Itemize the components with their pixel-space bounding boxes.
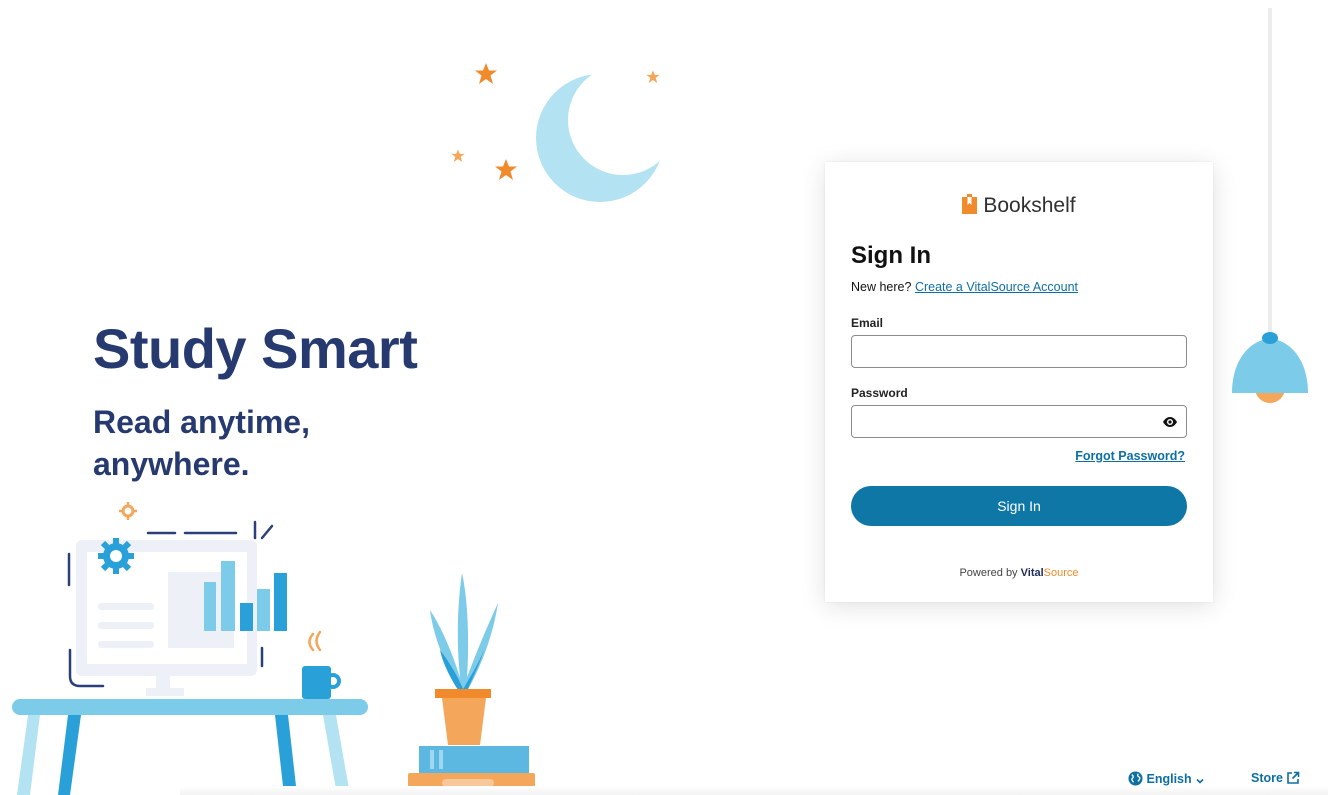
sign-in-heading: Sign In — [851, 242, 931, 269]
language-label: English — [1146, 772, 1192, 786]
plant-illustration — [408, 573, 535, 795]
bookshelf-logo-icon — [962, 194, 978, 214]
new-here-row: New here? Create a VitalSource Account — [851, 280, 1078, 294]
external-link-icon — [1287, 771, 1300, 784]
email-label: Email — [851, 316, 884, 330]
hero-title: Study Smart — [93, 317, 418, 380]
password-label: Password — [851, 386, 908, 400]
sign-in-card: Bookshelf Sign In New here? Create a Vit… — [825, 162, 1213, 602]
vitalsource-logo: VitalSource — [1020, 567, 1079, 579]
eye-icon[interactable] — [1162, 414, 1178, 430]
star-icon — [646, 70, 660, 83]
desk-illustration — [12, 502, 368, 795]
hero-subtitle: Read anytime, anywhere. — [93, 404, 310, 482]
store-link[interactable]: Store — [1251, 771, 1300, 785]
chevron-down-icon — [1196, 778, 1204, 784]
globe-icon — [1128, 771, 1143, 786]
sign-in-button[interactable]: Sign In — [851, 486, 1187, 526]
hanging-lamp-illustration — [1232, 8, 1308, 403]
create-account-link[interactable]: Create a VitalSource Account — [915, 280, 1078, 294]
star-icon — [451, 149, 465, 162]
moon-icon — [536, 74, 664, 202]
language-selector[interactable]: English — [1128, 771, 1205, 786]
star-icon — [495, 159, 517, 180]
brand-logo: Bookshelf — [825, 194, 1213, 218]
email-field[interactable] — [851, 335, 1187, 368]
powered-by-text: Powered by — [959, 567, 1018, 579]
brand-name: Bookshelf — [983, 194, 1076, 217]
star-icon — [475, 63, 497, 84]
moon-stars-illustration — [451, 63, 664, 202]
password-field[interactable] — [851, 405, 1187, 438]
powered-by: Powered by VitalSource — [825, 567, 1213, 579]
new-here-text: New here? — [851, 280, 912, 294]
store-label: Store — [1251, 771, 1283, 785]
footer-bar — [180, 786, 1328, 795]
forgot-password-link[interactable]: Forgot Password? — [1075, 449, 1185, 463]
